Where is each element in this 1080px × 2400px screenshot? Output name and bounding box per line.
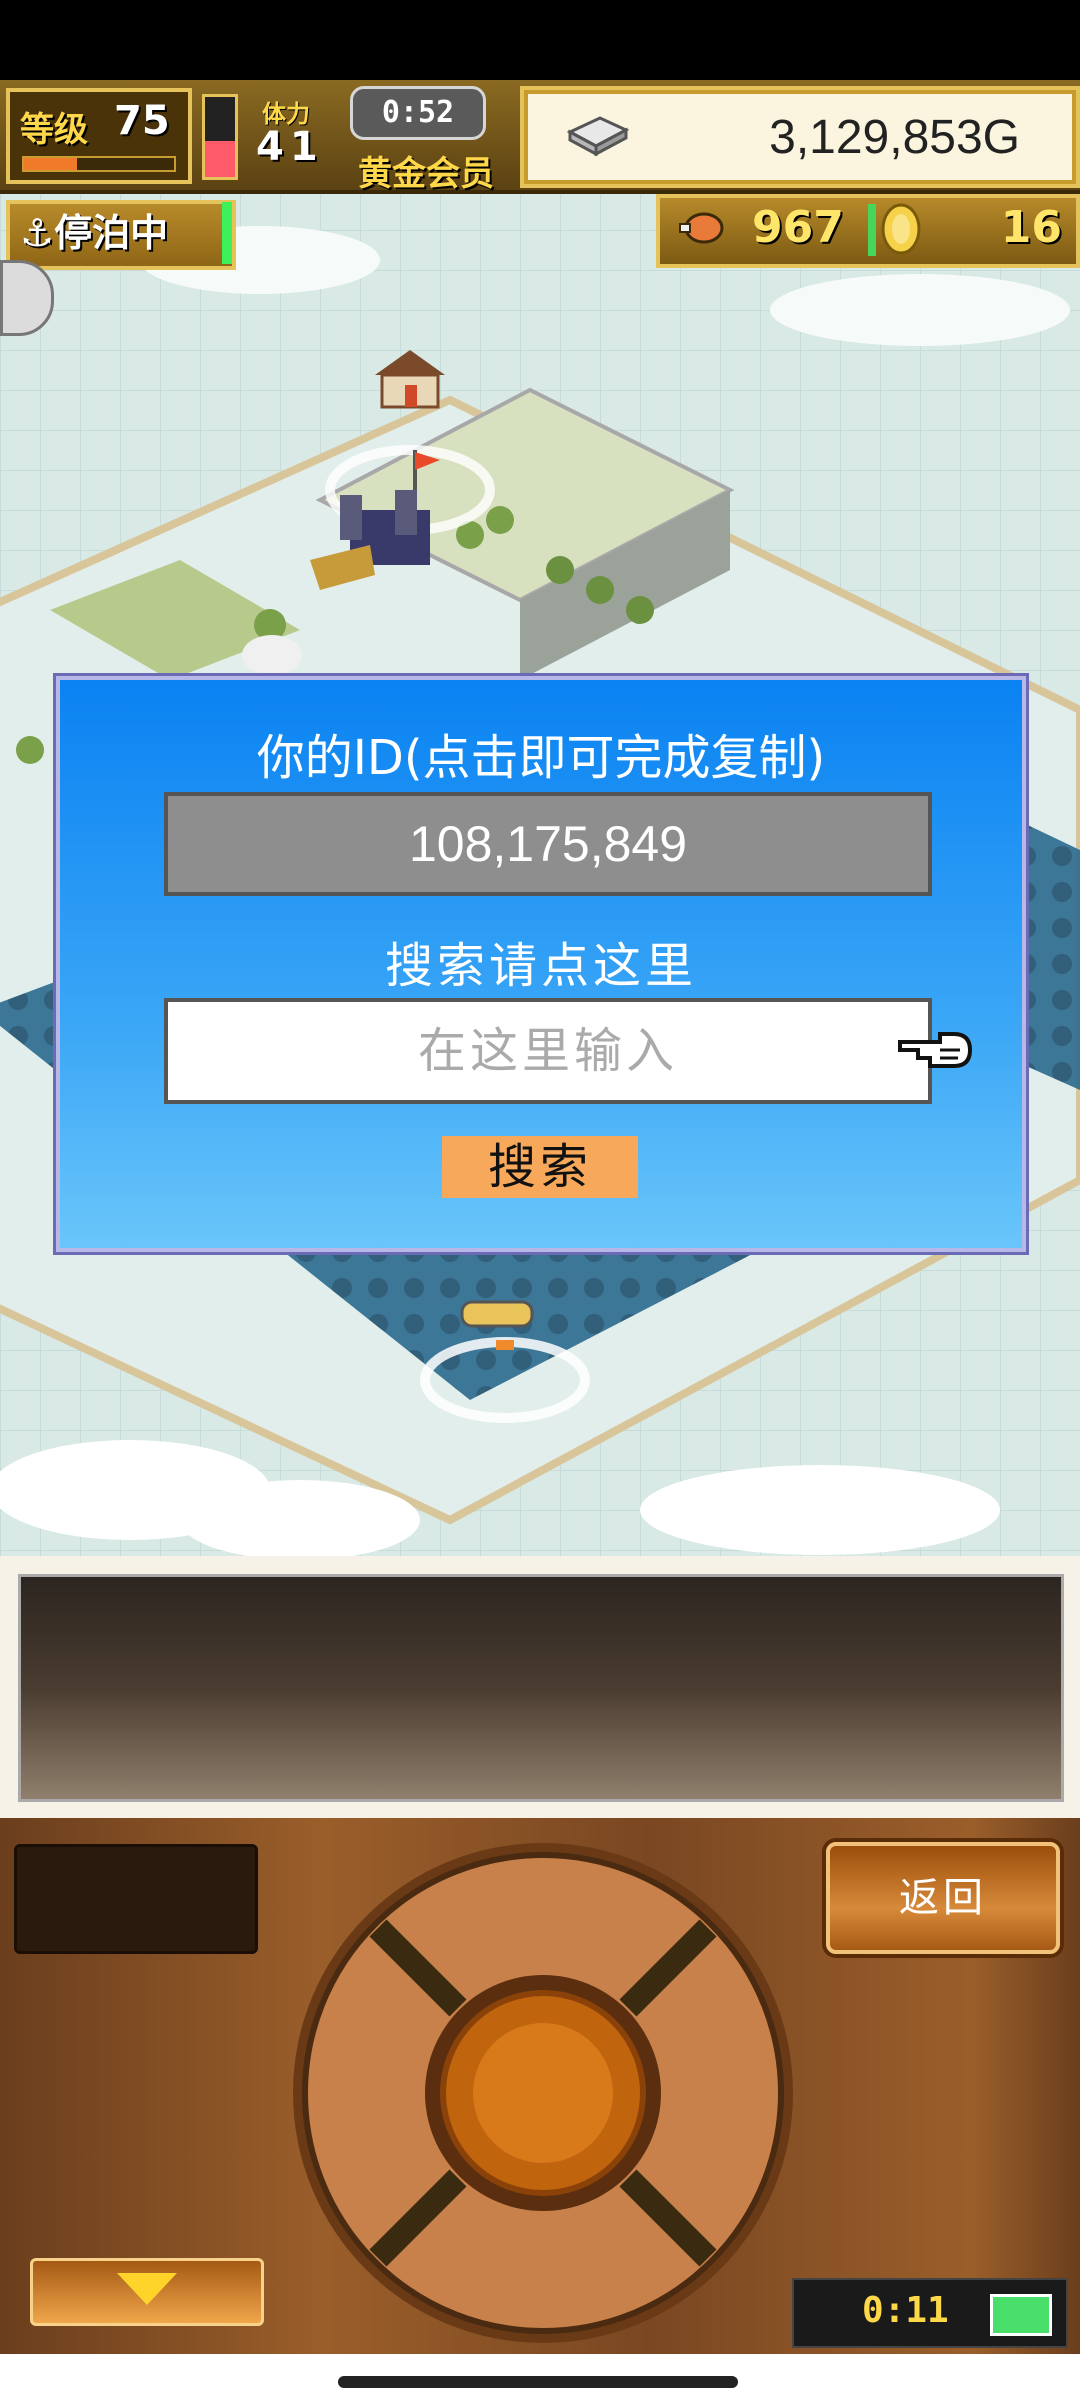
dialog-title: 你的ID(点击即可完成复制) [256, 730, 826, 786]
home-indicator[interactable] [338, 2376, 738, 2388]
level-value: 75 [114, 98, 170, 144]
meat-icon [679, 212, 724, 244]
info-slot [14, 1844, 258, 1954]
level-progress-bar [22, 156, 176, 172]
clock-box: 0:11 [792, 2278, 1068, 2348]
anchored-status-label: 停泊中 [54, 211, 169, 255]
hud-bar: 等级 75 体力 41 0:52 黄金会员 3,129,853G [0, 80, 1080, 194]
membership-label: 黄金会员 [358, 154, 494, 194]
search-dialog: 你的ID(点击即可完成复制) 108,175,849 搜索请点这里 在这里输入 … [56, 676, 1026, 1252]
message-area [18, 1574, 1064, 1802]
stamina-value: 41 [256, 124, 324, 170]
stamina-timer: 0:52 [350, 86, 486, 140]
silver-bar-icon [566, 116, 630, 156]
message-panel [0, 1556, 1080, 1818]
down-arrow-icon [117, 2273, 177, 2305]
stamina-bar [202, 94, 238, 180]
dpad[interactable] [288, 1838, 798, 2348]
pointing-hand-icon [898, 1032, 973, 1068]
resource-panel: 967 16 [656, 194, 1080, 268]
search-hint: 搜索请点这里 [384, 938, 697, 994]
home-indicator-area [0, 2354, 1080, 2400]
search-input[interactable]: 在这里输入 [164, 998, 932, 1104]
control-panel: 返回 0:11 [0, 1818, 1080, 2354]
food-value: 967 [752, 202, 844, 253]
anchor-icon: ⚓ [20, 211, 55, 255]
back-button[interactable]: 返回 [826, 1842, 1060, 1954]
money-panel: 3,129,853G [520, 86, 1080, 188]
game-clock: 0:11 [862, 2290, 949, 2331]
battery-icon [990, 2294, 1052, 2336]
anchored-status-badge[interactable]: ⚓停泊中 [6, 200, 236, 270]
status-bar [0, 0, 1080, 80]
status-indicator [222, 202, 232, 264]
level-progress-fill [24, 158, 77, 170]
money-value: 3,129,853G [769, 111, 1020, 164]
menu-toggle-button[interactable] [30, 2258, 264, 2326]
search-button[interactable]: 搜索 [442, 1136, 638, 1198]
player-id-box[interactable]: 108,175,849 [164, 792, 932, 896]
level-label: 等级 [20, 110, 88, 150]
gold-coin-icon [881, 203, 921, 255]
coin-value: 16 [1000, 202, 1062, 253]
stamina-fill [205, 141, 235, 177]
resource-divider [868, 204, 876, 256]
level-panel: 等级 75 [6, 88, 192, 184]
